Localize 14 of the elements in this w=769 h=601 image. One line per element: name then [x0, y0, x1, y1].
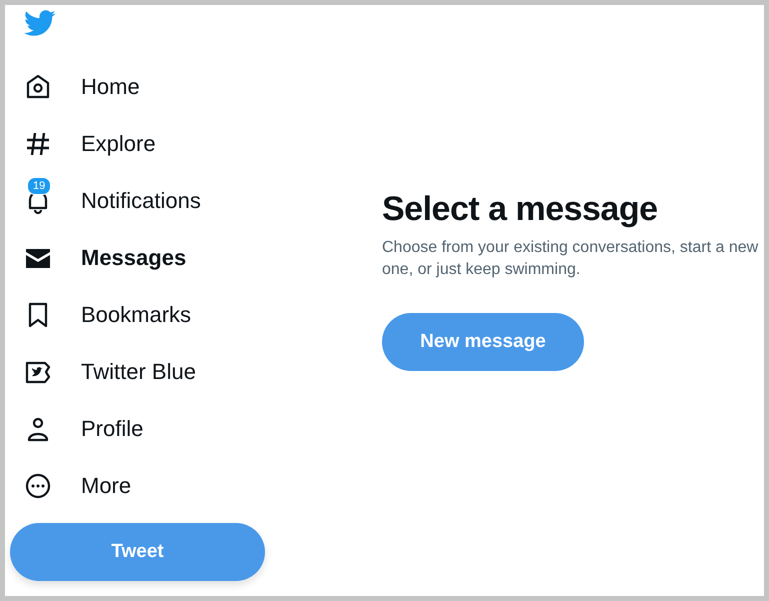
nav-item[interactable]: More	[5, 457, 132, 514]
nav-item[interactable]: Home	[5, 58, 140, 115]
home-icon	[24, 72, 52, 100]
nav-item[interactable]: Twitter Blue	[5, 343, 196, 400]
notification-count: 19	[27, 176, 52, 194]
description: Choose from your existing conversations, start a new one, or just keep swimming.	[382, 238, 760, 280]
heading: Select a message	[382, 190, 659, 229]
nav-item[interactable]: Explore	[5, 115, 156, 172]
nav-item[interactable]: Bookmarks	[5, 286, 192, 343]
nav-item[interactable]: Profile	[5, 400, 144, 457]
more-icon	[24, 472, 52, 500]
nav-item[interactable]: 19 Notifications	[5, 172, 201, 229]
bird-logo-icon[interactable]	[24, 10, 56, 37]
nav-item[interactable]: Messages	[5, 229, 186, 286]
